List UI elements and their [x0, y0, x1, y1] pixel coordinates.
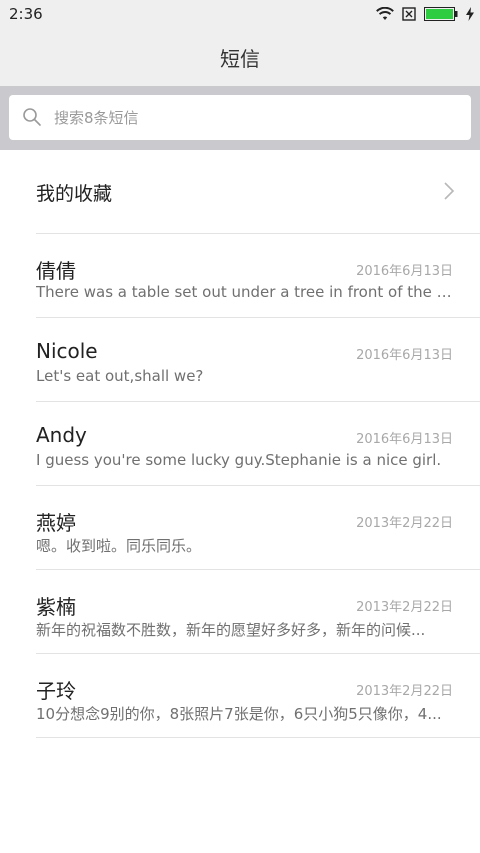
no-sim-icon — [402, 7, 416, 21]
message-row[interactable]: 紫楠 2013年2月22日 新年的祝福数不胜数，新年的愿望好多好多，新年的问候.… — [0, 570, 480, 654]
message-preview: 新年的祝福数不胜数，新年的愿望好多好多，新年的问候... — [36, 621, 426, 639]
message-date: 2016年6月13日 — [356, 432, 453, 447]
favorites-label: 我的收藏 — [36, 183, 113, 205]
message-row[interactable]: 燕婷 2013年2月22日 嗯。收到啦。同乐同乐。 — [0, 486, 480, 570]
message-preview: I guess you're some lucky guy.Stephanie … — [36, 451, 442, 469]
contact-name: Andy — [36, 423, 87, 447]
search-icon — [23, 108, 41, 126]
contact-name: 子玲 — [36, 679, 76, 703]
battery-icon — [424, 7, 458, 21]
message-date: 2013年2月22日 — [356, 684, 453, 699]
status-bar: 2:36 — [0, 0, 480, 28]
chevron-right-icon — [444, 182, 455, 200]
message-row[interactable]: Nicole 2016年6月13日 Let's eat out,shall we… — [0, 318, 480, 402]
header: 短信 — [0, 28, 480, 86]
contact-name: 倩倩 — [36, 259, 76, 283]
charging-icon — [466, 7, 474, 21]
search-area: 搜索8条短信 — [0, 86, 480, 150]
wifi-icon — [376, 7, 394, 20]
message-date: 2013年2月22日 — [356, 516, 453, 531]
message-date: 2016年6月13日 — [356, 348, 453, 363]
contact-name: 燕婷 — [36, 511, 76, 535]
message-preview: 10分想念9别的你，8张照片7张是你，6只小狗5只像你，4... — [36, 705, 442, 723]
contact-name: 紫楠 — [36, 595, 76, 619]
message-row[interactable]: Andy 2016年6月13日 I guess you're some luck… — [0, 402, 480, 486]
page-title: 短信 — [220, 47, 260, 71]
message-preview: 嗯。收到啦。同乐同乐。 — [36, 537, 202, 555]
contact-name: Nicole — [36, 339, 98, 363]
message-date: 2013年2月22日 — [356, 600, 453, 615]
message-row[interactable]: 子玲 2013年2月22日 10分想念9别的你，8张照片7张是你，6只小狗5只像… — [0, 654, 480, 738]
message-preview: Let's eat out,shall we? — [36, 367, 204, 385]
message-preview: There was a table set out under a tree i… — [36, 283, 452, 301]
status-icons — [376, 5, 474, 23]
message-date: 2016年6月13日 — [356, 264, 453, 279]
search-placeholder: 搜索8条短信 — [54, 109, 139, 127]
message-row[interactable]: 倩倩 2016年6月13日 There was a table set out … — [0, 234, 480, 318]
search-input[interactable]: 搜索8条短信 — [9, 95, 471, 140]
status-time: 2:36 — [9, 5, 43, 23]
divider — [36, 737, 480, 738]
favorites-row[interactable]: 我的收藏 — [0, 150, 480, 234]
